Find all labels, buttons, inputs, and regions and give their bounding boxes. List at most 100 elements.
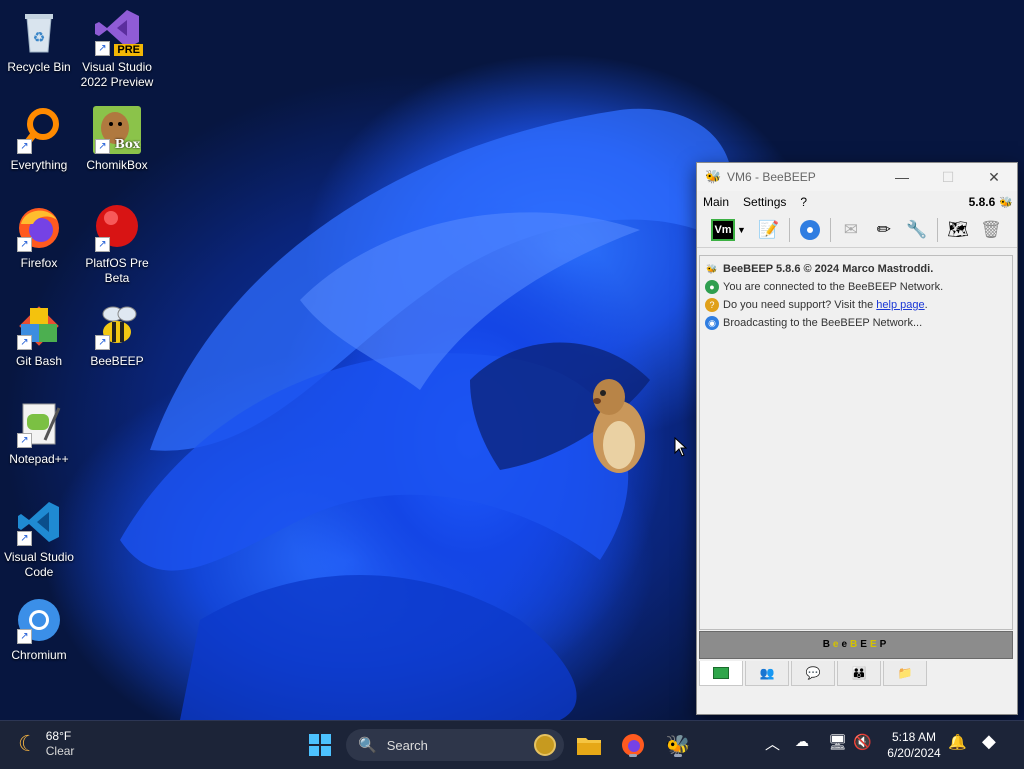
vscode-icon: ↗ bbox=[15, 498, 63, 546]
tools-button[interactable]: 🔧 bbox=[904, 217, 930, 243]
tab-chat[interactable] bbox=[699, 661, 743, 686]
desktop-icon-git-bash[interactable]: ↗ Git Bash bbox=[1, 302, 77, 369]
chat-log[interactable]: 🐝 BeeBEEP 5.8.6 © 2024 Marco Mastroddi. … bbox=[699, 255, 1013, 630]
shortcut-arrow-icon: ↗ bbox=[17, 335, 32, 350]
shortcut-arrow-icon: ↗ bbox=[17, 433, 32, 448]
log-line: ? Do you need support? Visit the help pa… bbox=[705, 296, 1007, 314]
desktop-icon-label: PlatfOS Pre Beta bbox=[85, 256, 149, 285]
tab-users[interactable]: 👥 bbox=[745, 661, 789, 686]
desktop-icon-notepadpp[interactable]: ↗ Notepad++ bbox=[1, 400, 77, 467]
weather-desc: Clear bbox=[45, 744, 75, 758]
box-badge: Box bbox=[114, 137, 140, 151]
log-line: 🐝 BeeBEEP 5.8.6 © 2024 Marco Mastroddi. bbox=[705, 260, 1007, 278]
vm-status-label: Vm bbox=[711, 219, 735, 241]
beebeep-icon: ↗ bbox=[93, 302, 141, 350]
notepadpp-icon: ↗ bbox=[15, 400, 63, 448]
maximize-button[interactable]: ☐ bbox=[925, 169, 971, 186]
shortcut-arrow-icon: ↗ bbox=[95, 41, 110, 56]
desktop-icon-everything[interactable]: ↗ Everything bbox=[1, 106, 77, 173]
status-vm-button[interactable]: Vm bbox=[711, 217, 735, 243]
weather-widget[interactable]: ☾ 68°F Clear bbox=[18, 729, 74, 759]
desktop-icon-label: Firefox bbox=[20, 256, 58, 270]
notification-bell-icon[interactable]: 🔔 bbox=[948, 733, 967, 751]
shortcut-arrow-icon: ↗ bbox=[95, 237, 110, 252]
weather-temp: 68°F bbox=[45, 729, 72, 743]
taskbar-search[interactable]: 🔍 Search bbox=[346, 729, 564, 761]
desktop-icon-chromium[interactable]: ↗ Chromium bbox=[1, 596, 77, 663]
tab-groups[interactable]: 👪 bbox=[837, 661, 881, 686]
log-text: Do you need support? Visit the bbox=[723, 299, 877, 311]
running-indicator bbox=[674, 754, 682, 757]
desktop-icon-label: Chromium bbox=[11, 648, 67, 662]
everything-search-icon: ↗ bbox=[15, 106, 63, 154]
desktop-icon-chomikbox[interactable]: Box ↗ ChomikBox bbox=[79, 106, 155, 173]
help-page-link[interactable]: help page bbox=[876, 299, 924, 311]
windows-logo-icon bbox=[309, 734, 331, 756]
desktop-icon-visual-studio-preview[interactable]: PRE ↗ Visual Studio 2022 Preview bbox=[79, 8, 155, 90]
tab-files[interactable]: 📁 bbox=[883, 661, 927, 686]
search-icon: 🔍 bbox=[358, 737, 377, 754]
volume-muted-icon[interactable]: 🔇 bbox=[853, 733, 872, 751]
files-icon: 📁 bbox=[897, 666, 913, 680]
log-text: Broadcasting to the BeeBEEP Network... bbox=[723, 317, 923, 329]
shortcut-arrow-icon: ↗ bbox=[17, 237, 32, 252]
map-button[interactable]: 🗺 bbox=[945, 217, 971, 243]
banner-letter: E bbox=[860, 639, 870, 650]
banner-letter: E bbox=[869, 639, 880, 650]
desktop-icon-platfos[interactable]: ↗ PlatfOS Pre Beta bbox=[79, 204, 155, 286]
chromium-icon: ↗ bbox=[15, 596, 63, 644]
version-label: 5.8.6 bbox=[968, 195, 996, 209]
taskbar-file-explorer[interactable] bbox=[573, 729, 605, 761]
mail-button[interactable]: ✉ bbox=[838, 217, 864, 243]
desktop-icon-vscode[interactable]: ↗ Visual Studio Code bbox=[1, 498, 77, 580]
log-line: ◉ Broadcasting to the BeeBEEP Network... bbox=[705, 314, 1007, 332]
svg-text:♻: ♻ bbox=[33, 29, 46, 45]
beebeep-window[interactable]: 🐝 VM6 - BeeBEEP — ☐ ✕ Main Settings ? 5.… bbox=[696, 162, 1018, 715]
taskbar-beebeep[interactable]: 🐝 bbox=[662, 729, 694, 761]
support-icon: ? bbox=[705, 298, 719, 312]
desktop-icon-label: Notepad++ bbox=[9, 452, 69, 466]
visual-studio-preview-icon: PRE ↗ bbox=[93, 8, 143, 56]
broadcast-button[interactable] bbox=[797, 217, 823, 243]
edit-button[interactable]: ✏ bbox=[871, 217, 897, 243]
window-title: VM6 - BeeBEEP bbox=[727, 170, 816, 184]
log-text: You are connected to the BeeBEEP Network… bbox=[723, 281, 944, 293]
edit-profile-button[interactable]: 📝 bbox=[756, 217, 782, 243]
desktop-icon-beebeep[interactable]: ↗ BeeBEEP bbox=[79, 302, 155, 369]
desktop-icon-label: Git Bash bbox=[15, 354, 63, 368]
search-placeholder: Search bbox=[386, 737, 428, 753]
onedrive-off-icon[interactable]: ☁ bbox=[795, 733, 809, 750]
shortcut-arrow-icon: ↗ bbox=[17, 629, 32, 644]
menu-help[interactable]: ? bbox=[800, 195, 807, 209]
close-button[interactable]: ✕ bbox=[971, 169, 1017, 186]
banner-letter: P bbox=[879, 639, 890, 650]
chevron-up-icon[interactable]: ︿ bbox=[765, 733, 780, 754]
start-button[interactable] bbox=[304, 729, 336, 761]
minimize-button[interactable]: — bbox=[879, 169, 925, 185]
copilot-pre-icon[interactable]: ◆ bbox=[982, 731, 996, 752]
desktop-icon-label: Recycle Bin bbox=[7, 60, 71, 74]
clock[interactable]: 5:18 AM 6/20/2024 bbox=[882, 729, 946, 761]
folder-icon bbox=[577, 738, 601, 755]
desktop-icon-firefox[interactable]: ↗ Firefox bbox=[1, 204, 77, 271]
clear-button[interactable]: 🗑 bbox=[978, 217, 1004, 243]
bee-icon: 🐝 bbox=[999, 196, 1013, 209]
hamster-desktop-pet[interactable] bbox=[585, 375, 651, 477]
tab-chats[interactable]: 💬 bbox=[791, 661, 835, 686]
banner-letter: e bbox=[841, 639, 851, 650]
clock-date: 6/20/2024 bbox=[887, 746, 941, 760]
shortcut-arrow-icon: ↗ bbox=[17, 139, 32, 154]
mouse-cursor-icon bbox=[674, 436, 688, 462]
title-bar[interactable]: 🐝 VM6 - BeeBEEP — ☐ ✕ bbox=[697, 163, 1017, 191]
bottom-tab-bar: 👥 💬 👪 📁 bbox=[699, 661, 929, 687]
network-icon[interactable]: 🖥 bbox=[828, 733, 847, 751]
desktop-icon-recycle-bin[interactable]: ♻ Recycle Bin bbox=[1, 8, 77, 75]
toolbar-separator bbox=[936, 218, 938, 242]
status-dropdown-icon[interactable]: ▼ bbox=[737, 225, 746, 235]
menu-main[interactable]: Main bbox=[703, 195, 729, 209]
desktop-icon-label: BeeBEEP bbox=[90, 354, 144, 368]
firefox-icon: ↗ bbox=[15, 204, 63, 252]
menu-settings[interactable]: Settings bbox=[743, 195, 786, 209]
taskbar-firefox[interactable] bbox=[617, 729, 649, 761]
network-icon: ● bbox=[705, 280, 719, 294]
